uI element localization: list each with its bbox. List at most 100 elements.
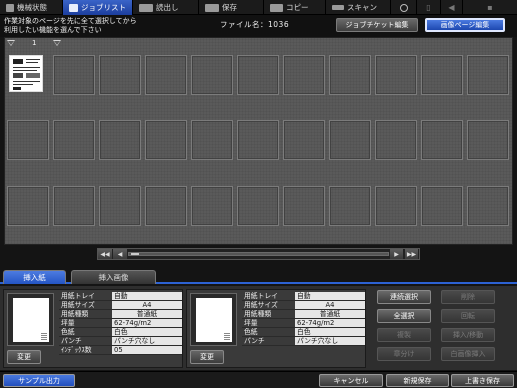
empty-page-slot[interactable] [191,120,233,160]
empty-page-slot[interactable] [191,55,233,95]
scan-icon [332,5,344,10]
tab-retrieve[interactable]: 読出し [133,0,199,15]
page-thumbnail[interactable] [9,55,43,92]
empty-page-slot[interactable] [237,186,279,226]
empty-page-slot[interactable] [375,186,417,226]
page-scrollbar[interactable]: ◀◀ ◀ ▶ ▶▶ [97,248,420,260]
empty-page-slot[interactable] [467,120,509,160]
change-button[interactable]: 変更 [190,350,224,364]
empty-page-slot[interactable] [99,186,141,226]
globe-button[interactable] [391,0,417,15]
tab-store[interactable]: 保存 [199,0,264,15]
scroll-last-button[interactable]: ▶▶ [404,249,419,259]
insert-move-button[interactable]: 挿入/移動 [441,328,495,342]
scroll-next-button[interactable]: ▶ [389,249,404,259]
rotate-button[interactable]: 回転 [441,309,495,323]
copy-icon [270,3,283,12]
table-row: パンチ パンチ穴なし [242,336,365,346]
instruction-line-2: 利用したい機能を選んで下さい [4,26,102,34]
speaker-icon: ◀ [448,3,455,12]
empty-page-slot[interactable] [99,55,141,95]
bottom-tab-bar: 挿入紙 挿入画像 [0,270,517,284]
table-row: 用紙サイズ A4 [242,300,365,310]
table-row: 坪量 62-74g/m2 [242,318,365,328]
empty-page-slot[interactable] [329,186,371,226]
empty-page-slot[interactable] [237,55,279,95]
empty-page-slot[interactable] [421,120,463,160]
store-icon [205,3,219,12]
table-row: 用紙種類 普通紙 [59,309,182,319]
empty-page-slot[interactable] [237,120,279,160]
empty-page-slot[interactable] [467,186,509,226]
empty-page-slot[interactable] [7,186,49,226]
empty-page-slot[interactable] [7,120,49,160]
filename-label: ファイル名：1036 [220,20,290,29]
table-row: 坪量 62-74g/m2 [59,318,182,328]
tab-label: ジョブリスト [81,3,126,12]
tab-label: コピー [286,3,309,12]
power-button[interactable]: ▪ [463,0,517,15]
empty-page-slot[interactable] [53,186,95,226]
empty-page-slot[interactable] [283,55,325,95]
scroll-thumb[interactable] [131,253,139,255]
empty-page-slot[interactable] [467,55,509,95]
tab-scan[interactable]: スキャン [326,0,391,15]
job-ticket-edit-button[interactable]: ジョブチケット編集 [336,18,418,32]
empty-page-slot[interactable] [283,186,325,226]
power-icon: ▪ [487,3,493,12]
delete-button[interactable]: 削除 [441,290,495,304]
tab-label: 保存 [222,3,237,12]
empty-page-slot[interactable] [191,186,233,226]
empty-page-slot[interactable] [421,186,463,226]
empty-page-slot[interactable] [283,120,325,160]
empty-page-slot[interactable] [329,120,371,160]
empty-page-slot[interactable] [53,120,95,160]
scroll-track[interactable] [128,252,389,256]
paper-preview [7,293,54,346]
blank-image-insert-button[interactable]: 白画像挿入 [441,347,495,361]
footer-bar: サンプル出力 キャンセル 新規保存 上書き保存 [0,371,517,388]
paper-preview [190,293,237,346]
image-page-edit-button[interactable]: 画像ページ編集 [425,18,505,32]
insert-settings-panel: 変更 用紙トレイ 自動 用紙サイズ A4 用紙種類 普通紙 坪量 62-74g/m2 色… [0,286,517,370]
table-row: ｲﾝﾃﾞｯｸｽ数 05 [59,345,182,355]
tab-insert-paper[interactable]: 挿入紙 [3,270,66,284]
paper-preview-sheet [195,297,232,342]
empty-page-slot[interactable] [329,55,371,95]
insert-marker-icon[interactable] [7,40,15,46]
insert-marker-icon[interactable] [53,40,61,46]
tab-label: 機械状態 [17,3,47,12]
tab-job-list[interactable]: ジョブリスト [63,0,133,15]
new-save-button[interactable]: 新規保存 [386,374,449,387]
paper-properties-table: 用紙トレイ 自動 用紙サイズ A4 用紙種類 普通紙 坪量 62-74g/m2 色紙 白色… [242,292,365,346]
empty-page-slot[interactable] [145,186,187,226]
change-button[interactable]: 変更 [7,350,41,364]
chapter-split-button[interactable]: 章分け [377,347,431,361]
select-all-button[interactable]: 全選択 [377,309,431,323]
scroll-prev-button[interactable]: ◀ [113,249,128,259]
empty-page-slot[interactable] [421,55,463,95]
overwrite-save-button[interactable]: 上書き保存 [451,374,514,387]
empty-page-slot[interactable] [99,120,141,160]
tab-copy[interactable]: コピー [264,0,326,15]
empty-page-slot[interactable] [53,55,95,95]
scroll-first-button[interactable]: ◀◀ [98,249,113,259]
empty-page-slot[interactable] [375,120,417,160]
empty-page-slot[interactable] [145,55,187,95]
tab-machine-status[interactable]: 機械状態 [0,0,63,15]
sample-output-button[interactable]: サンプル出力 [3,374,75,387]
tab-label: スキャン [347,3,377,12]
table-row: パンチ パンチ穴なし [59,336,182,346]
insert-sheet-panel-left: 変更 用紙トレイ 自動 用紙サイズ A4 用紙種類 普通紙 坪量 62-74g/m2 色… [3,289,183,368]
top-navigation-bar: 機械状態 ジョブリスト 読出し 保存 コピー スキャン ▯ ◀ ▪ [0,0,517,15]
speaker-button[interactable]: ◀ [441,0,463,15]
cancel-button[interactable]: キャンセル [319,374,383,387]
tab-insert-image[interactable]: 挿入画像 [71,270,156,284]
retrieve-icon [139,3,153,12]
duplicate-button[interactable]: 複製 [377,328,431,342]
continuous-select-button[interactable]: 連続選択 [377,290,431,304]
empty-page-slot[interactable] [375,55,417,95]
help-button[interactable]: ▯ [417,0,441,15]
empty-page-slot[interactable] [145,120,187,160]
page-grid: 1 [4,37,513,245]
